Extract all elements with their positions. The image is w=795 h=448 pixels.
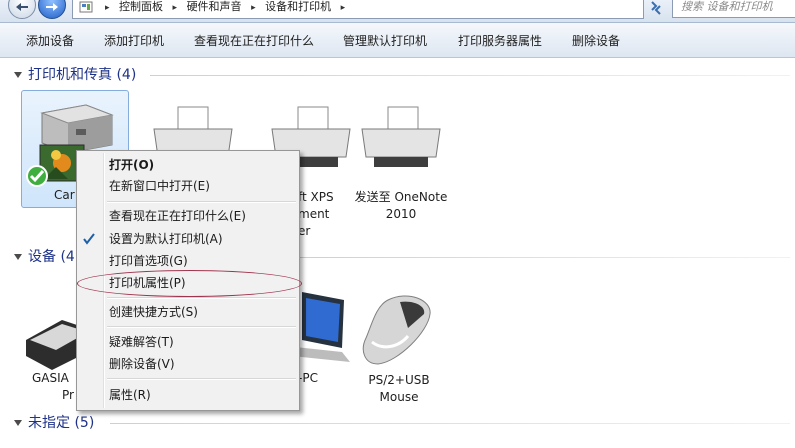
printer-icon <box>361 106 441 167</box>
group-header-printers[interactable]: 打印机和传真 (4) <box>14 66 136 84</box>
breadcrumb-separator-icon[interactable]: ▸ <box>173 3 178 13</box>
checkmark-icon <box>83 233 95 245</box>
breadcrumb-item[interactable]: 设备和打印机 <box>265 0 331 13</box>
manage-default-printers-button[interactable]: 管理默认打印机 <box>343 33 427 49</box>
address-bar: ▸ 控制面板 ▸ 硬件和声音 ▸ 设备和打印机 ▸ 搜索 设备和打印机 <box>0 0 795 23</box>
add-printer-button[interactable]: 添加打印机 <box>104 33 164 49</box>
collapse-triangle-icon[interactable] <box>14 420 22 426</box>
menu-item-see-whats-printing[interactable]: 查看现在正在打印什么(E) <box>109 206 246 226</box>
refresh-icon <box>651 1 661 15</box>
menu-separator <box>107 378 296 380</box>
device-label: Car <box>54 188 75 202</box>
device-label: 发送至 OneNote <box>354 190 448 204</box>
group-title: 设备 (4 <box>28 249 75 265</box>
search-input[interactable]: 搜索 设备和打印机 <box>672 0 795 18</box>
menu-separator <box>107 326 296 328</box>
menu-item-troubleshoot[interactable]: 疑难解答(T) <box>109 332 174 352</box>
device-label: 2010 <box>385 207 417 221</box>
breadcrumb-separator-icon[interactable]: ▸ <box>251 3 256 13</box>
group-header-unspecified[interactable]: 未指定 (5) <box>14 414 94 432</box>
back-button[interactable] <box>8 0 36 19</box>
breadcrumb-separator-icon: ▸ <box>105 3 110 13</box>
see-whats-printing-button[interactable]: 查看现在正在打印什么 <box>194 33 314 49</box>
group-divider <box>150 75 790 76</box>
device-printer-onenote[interactable]: 发送至 OneNote 2010 <box>348 95 454 225</box>
remove-device-button[interactable]: 删除设备 <box>572 33 620 49</box>
group-title: 打印机和传真 (4) <box>28 67 137 83</box>
breadcrumb-item[interactable]: 硬件和声音 <box>187 0 242 13</box>
device-label: ft XPS <box>298 190 334 204</box>
menu-item-printing-preferences[interactable]: 打印首选项(G) <box>109 251 188 271</box>
device-label: ment <box>298 207 330 221</box>
device-label: GASIA <box>32 371 69 385</box>
group-title: 未指定 (5) <box>28 415 95 431</box>
breadcrumb-separator-icon[interactable]: ▸ <box>341 3 346 13</box>
mouse-icon <box>362 295 431 365</box>
annotation-circle <box>77 270 302 297</box>
device-label: Pr <box>62 388 74 402</box>
refresh-button[interactable] <box>648 0 666 16</box>
back-arrow-icon <box>16 3 28 11</box>
add-device-button[interactable]: 添加设备 <box>26 33 74 49</box>
collapse-triangle-icon[interactable] <box>14 254 22 260</box>
device-label: -PC <box>298 371 318 385</box>
menu-item-set-default-printer[interactable]: 设置为默认打印机(A) <box>109 229 223 249</box>
menu-item-open[interactable]: 打开(O) <box>109 155 154 175</box>
device-mouse[interactable]: PS/2+USB Mouse <box>346 290 452 410</box>
address-field[interactable]: ▸ 控制面板 ▸ 硬件和声音 ▸ 设备和打印机 ▸ <box>72 0 708 19</box>
group-divider <box>300 257 790 258</box>
command-bar: 添加设备 添加打印机 查看现在正在打印什么 管理默认打印机 打印服务器属性 删除… <box>0 23 795 58</box>
group-header-devices[interactable]: 设备 (4 <box>14 248 75 266</box>
breadcrumb-item[interactable]: 控制面板 <box>119 0 163 13</box>
device-label: PS/2+USB <box>368 373 430 387</box>
menu-item-open-new-window[interactable]: 在新窗口中打开(E) <box>109 176 210 196</box>
breadcrumb: ▸ 控制面板 ▸ 硬件和声音 ▸ 设备和打印机 ▸ <box>99 0 351 16</box>
device-label: Mouse <box>379 390 419 404</box>
menu-separator <box>107 201 296 203</box>
collapse-triangle-icon[interactable] <box>14 72 22 78</box>
default-printer-check-icon <box>26 165 48 187</box>
menu-item-create-shortcut[interactable]: 创建快捷方式(S) <box>109 302 198 322</box>
control-panel-icon <box>79 1 93 13</box>
forward-arrow-icon <box>46 3 58 11</box>
group-divider <box>110 423 790 424</box>
menu-item-remove-device[interactable]: 删除设备(V) <box>109 354 175 374</box>
print-server-properties-button[interactable]: 打印服务器属性 <box>458 33 542 49</box>
menu-separator <box>107 297 296 299</box>
forward-button[interactable] <box>38 0 66 19</box>
menu-item-properties[interactable]: 属性(R) <box>109 385 151 405</box>
